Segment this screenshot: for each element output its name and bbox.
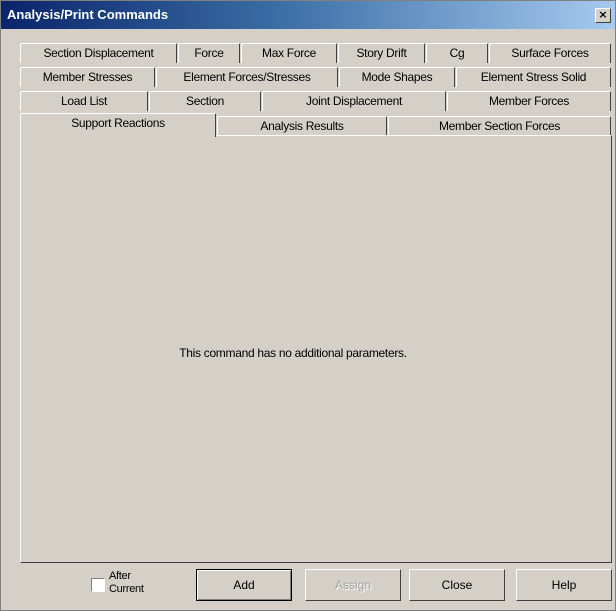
title-bar[interactable]: Analysis/Print Commands × [1, 1, 615, 29]
assign-button[interactable]: Assign [305, 569, 401, 601]
tab-section-displacement[interactable]: Section Displacement [20, 43, 177, 63]
after-current-label-line1: After [109, 570, 131, 582]
tab-section[interactable]: Section [149, 91, 261, 111]
tab-member-forces[interactable]: Member Forces [447, 91, 611, 111]
close-button[interactable]: Close [409, 569, 505, 601]
close-icon[interactable]: × [595, 8, 611, 23]
tab-joint-displacement[interactable]: Joint Displacement [262, 91, 446, 111]
tab-panel-support-reactions: This command has no additional parameter… [20, 135, 612, 563]
tab-element-forces-stresses[interactable]: Element Forces/Stresses [156, 67, 338, 87]
tab-story-drift[interactable]: Story Drift [338, 43, 425, 63]
tab-element-stress-solid[interactable]: Element Stress Solid [456, 67, 611, 87]
no-parameters-message: This command has no additional parameter… [179, 346, 407, 360]
tab-cg[interactable]: Cg [426, 43, 488, 63]
tab-mode-shapes[interactable]: Mode Shapes [339, 67, 455, 87]
after-current-label-line2: Current [109, 583, 144, 595]
after-current-label[interactable]: After Current [109, 570, 144, 596]
analysis-print-commands-dialog: Analysis/Print Commands × Section Displa… [0, 0, 616, 611]
tab-support-reactions[interactable]: Support Reactions [20, 113, 216, 137]
after-current-checkbox[interactable] [91, 578, 105, 592]
tab-member-section-forces[interactable]: Member Section Forces [388, 116, 611, 136]
tab-analysis-results[interactable]: Analysis Results [217, 116, 387, 136]
tab-load-list[interactable]: Load List [20, 91, 148, 111]
window-title: Analysis/Print Commands [7, 7, 169, 22]
add-button[interactable]: Add [196, 569, 292, 601]
tab-member-stresses[interactable]: Member Stresses [20, 67, 155, 87]
tab-max-force[interactable]: Max Force [241, 43, 337, 63]
help-button[interactable]: Help [516, 569, 612, 601]
tab-force[interactable]: Force [178, 43, 240, 63]
tab-surface-forces[interactable]: Surface Forces [489, 43, 611, 63]
